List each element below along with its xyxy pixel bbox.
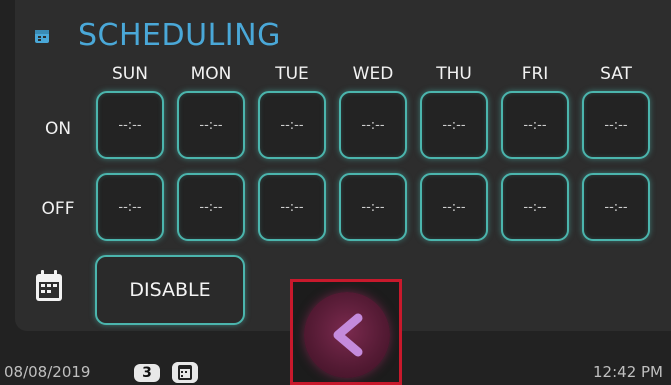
on-time-wed[interactable]: --:-- — [339, 91, 407, 159]
status-time: 12:42 PM — [593, 363, 663, 381]
status-calendar-icon — [172, 362, 198, 383]
back-button[interactable] — [304, 292, 390, 378]
status-date: 08/08/2019 — [4, 363, 91, 381]
day-header-fri: FRI — [521, 64, 549, 84]
chevron-left-icon — [333, 313, 363, 357]
on-time-tue[interactable]: --:-- — [258, 91, 326, 159]
on-time-fri[interactable]: --:-- — [501, 91, 569, 159]
off-time-sat[interactable]: --:-- — [582, 173, 650, 241]
disable-button[interactable]: DISABLE — [95, 255, 245, 325]
off-time-sun[interactable]: --:-- — [96, 173, 164, 241]
day-header-sun: SUN — [112, 64, 148, 84]
day-header-thu: THU — [436, 64, 472, 84]
day-header-wed: WED — [352, 64, 394, 84]
on-time-thu[interactable]: --:-- — [420, 91, 488, 159]
day-header-mon: MON — [190, 64, 232, 84]
off-time-fri[interactable]: --:-- — [501, 173, 569, 241]
calendar-icon — [36, 270, 62, 301]
schedule-icon — [35, 30, 49, 43]
row-label-on: ON — [44, 119, 72, 139]
off-time-wed[interactable]: --:-- — [339, 173, 407, 241]
off-time-tue[interactable]: --:-- — [258, 173, 326, 241]
day-header-sat: SAT — [600, 64, 632, 84]
off-time-mon[interactable]: --:-- — [177, 173, 245, 241]
page-title: SCHEDULING — [78, 18, 281, 53]
on-time-mon[interactable]: --:-- — [177, 91, 245, 159]
row-label-off: OFF — [41, 199, 75, 219]
day-header-tue: TUE — [275, 64, 309, 84]
on-time-sat[interactable]: --:-- — [582, 91, 650, 159]
on-time-sun[interactable]: --:-- — [96, 91, 164, 159]
off-time-thu[interactable]: --:-- — [420, 173, 488, 241]
notification-badge: 3 — [134, 364, 160, 382]
